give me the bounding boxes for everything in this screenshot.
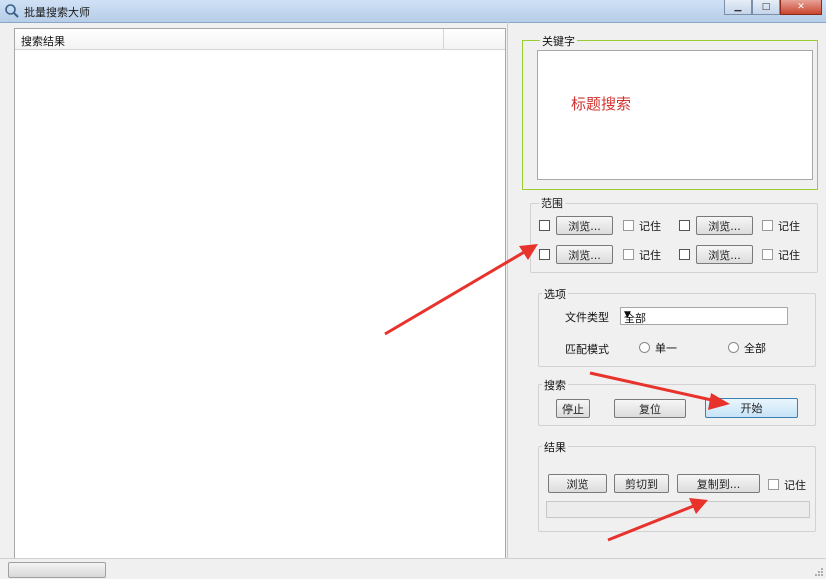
results-header-label: 搜索结果 <box>21 35 65 48</box>
result-remember-checkbox[interactable] <box>768 479 779 490</box>
scope-remember-label-3: 记住 <box>639 249 661 262</box>
options-group-label: 选项 <box>542 286 568 302</box>
scope-group-label: 范围 <box>539 195 565 211</box>
scope-checkbox-4[interactable] <box>679 249 690 260</box>
close-button[interactable]: ✕ <box>780 0 822 15</box>
result-remember-label: 记住 <box>784 479 806 492</box>
progress-bar <box>546 501 810 518</box>
scope-browse-button-1[interactable]: 浏览... <box>556 216 613 235</box>
result-group-label: 结果 <box>542 439 568 455</box>
scope-remember-checkbox-3[interactable] <box>623 249 634 260</box>
search-results-list[interactable]: 搜索结果 <box>14 28 506 560</box>
scope-checkbox-2[interactable] <box>679 220 690 231</box>
match-mode-label: 匹配模式 <box>565 343 609 356</box>
minimize-icon: ▁ <box>734 2 742 12</box>
scope-remember-label-2: 记住 <box>778 220 800 233</box>
window-title: 批量搜索大师 <box>24 6 90 19</box>
reset-button[interactable]: 复位 <box>614 399 686 418</box>
scope-remember-checkbox-1[interactable] <box>623 220 634 231</box>
scope-remember-checkbox-2[interactable] <box>762 220 773 231</box>
column-divider[interactable] <box>443 29 444 49</box>
scope-remember-label-4: 记住 <box>778 249 800 262</box>
start-button[interactable]: 开始 <box>705 398 798 418</box>
maximize-icon: □ <box>761 2 771 12</box>
cut-to-button[interactable]: 剪切到 <box>614 474 669 493</box>
scope-browse-button-2[interactable]: 浏览... <box>696 216 753 235</box>
scope-browse-button-3[interactable]: 浏览... <box>556 245 613 264</box>
scope-checkbox-1[interactable] <box>539 220 550 231</box>
status-bar <box>0 558 826 579</box>
match-single-label: 单一 <box>655 342 677 355</box>
scope-browse-button-4[interactable]: 浏览... <box>696 245 753 264</box>
match-single-radio[interactable] <box>639 342 650 353</box>
close-icon: ✕ <box>797 2 805 12</box>
copy-to-button[interactable]: 复制到... <box>677 474 760 493</box>
horizontal-scrollbar[interactable] <box>8 562 106 578</box>
keyword-input[interactable] <box>537 50 813 180</box>
magnifier-app-icon <box>5 4 19 18</box>
maximize-button[interactable]: □ <box>752 0 780 15</box>
search-group-label: 搜索 <box>542 377 568 393</box>
match-all-radio[interactable] <box>728 342 739 353</box>
scope-checkbox-3[interactable] <box>539 249 550 260</box>
dropdown-arrow-icon: ▼ <box>624 310 631 320</box>
stop-button[interactable]: 停止 <box>556 399 590 418</box>
minimize-button[interactable]: ▁ <box>724 0 752 15</box>
results-column-header[interactable]: 搜索结果 <box>15 29 505 50</box>
result-browse-button[interactable]: 浏览 <box>548 474 607 493</box>
match-all-label: 全部 <box>744 342 766 355</box>
keyword-hint: 标题搜索 <box>571 95 632 113</box>
scope-remember-checkbox-4[interactable] <box>762 249 773 260</box>
title-bar: 批量搜索大师 ▁ □ ✕ <box>0 0 826 23</box>
scope-remember-label-1: 记住 <box>639 220 661 233</box>
file-type-label: 文件类型 <box>565 311 609 324</box>
keyword-group-label: 关键字 <box>540 33 577 49</box>
resize-grip-icon[interactable] <box>814 567 824 577</box>
file-type-select[interactable]: 全部 ▼ <box>620 307 788 325</box>
